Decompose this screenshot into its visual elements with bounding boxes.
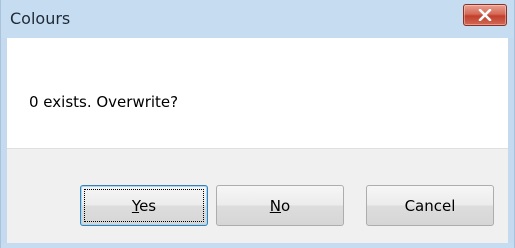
yes-button-label: Yes — [132, 197, 156, 215]
title-bar[interactable]: Colours — [1, 0, 514, 38]
cancel-button-label: Cancel — [404, 196, 456, 215]
yes-button[interactable]: Yes — [80, 185, 208, 226]
yes-label-rest: es — [139, 196, 157, 215]
window-title: Colours — [10, 9, 71, 28]
cancel-button[interactable]: Cancel — [366, 185, 494, 226]
dialog-window: Colours 0 exists. Overwrite? Yes No Canc… — [0, 0, 515, 248]
no-button[interactable]: No — [216, 185, 344, 226]
yes-mnemonic: Y — [131, 196, 140, 215]
close-button[interactable] — [463, 4, 507, 26]
message-text: 0 exists. Overwrite? — [29, 93, 179, 111]
close-icon — [478, 9, 492, 21]
window-bottom-border — [1, 243, 514, 248]
no-label-rest: o — [281, 196, 291, 215]
no-button-label: No — [270, 197, 290, 215]
button-area: Yes No Cancel — [7, 148, 508, 243]
no-mnemonic: N — [269, 196, 282, 215]
dialog-content: 0 exists. Overwrite? Yes No Cancel — [7, 38, 508, 243]
message-area: 0 exists. Overwrite? — [7, 38, 508, 148]
